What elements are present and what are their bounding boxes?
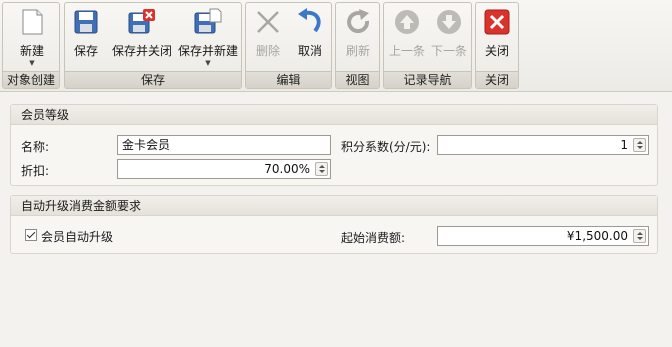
auto-upgrade-header: 自动升级消费金额要求 (11, 196, 657, 216)
points-ratio-value: 1 (620, 138, 628, 152)
prev-record-button[interactable]: 上一条 (387, 7, 427, 59)
group-title-nav: 记录导航 (384, 71, 471, 88)
points-ratio-spinner[interactable] (633, 138, 646, 152)
cancel-button[interactable]: 取消 (292, 7, 328, 59)
discount-input[interactable]: 70.00% (117, 159, 331, 179)
min-spend-value: ¥1,500.00 (566, 229, 628, 243)
auto-upgrade-label[interactable]: 会员自动升级 (41, 228, 113, 245)
group-title-edit: 编辑 (246, 71, 331, 88)
save-new-button-label: 保存并新建 (177, 44, 238, 58)
save-close-button-label: 保存并关闭 (111, 44, 172, 58)
name-label: 名称: (21, 140, 50, 154)
arrow-up-circle-icon (395, 10, 419, 34)
save-new-icon (194, 8, 222, 34)
ribbon-toolbar: 新建 ▼ 对象创建 保存 保存并关闭 保存并新建 ▼ 保存 删除 取消 编辑 刷… (0, 0, 672, 92)
min-spend-spinner[interactable] (633, 229, 646, 243)
save-button[interactable]: 保存 (71, 7, 101, 59)
auto-upgrade-panel: 自动升级消费金额要求 会员自动升级 起始消费额: ¥1,500.00 (10, 195, 658, 254)
chevron-down-icon: ▼ (29, 59, 35, 67)
discount-spinner[interactable] (315, 162, 328, 176)
save-new-button[interactable]: 保存并新建 ▼ (177, 7, 239, 67)
group-edit: 删除 取消 编辑 (245, 2, 332, 89)
new-button[interactable]: 新建 ▼ (7, 7, 57, 67)
delete-button[interactable]: 删除 (250, 7, 286, 59)
group-record-nav: 上一条 下一条 记录导航 (383, 2, 472, 89)
save-button-label: 保存 (73, 44, 98, 58)
min-spend-input[interactable]: ¥1,500.00 (437, 226, 649, 246)
name-input[interactable]: 金卡会员 (117, 135, 331, 155)
close-button-label: 关闭 (484, 44, 509, 58)
arrow-down-circle-icon (437, 10, 461, 34)
save-close-icon (128, 9, 155, 34)
refresh-icon (347, 9, 370, 34)
group-title-view: 视图 (336, 71, 379, 88)
prev-record-label: 上一条 (388, 44, 425, 58)
next-record-label: 下一条 (430, 44, 467, 58)
group-title-save: 保存 (65, 71, 241, 88)
new-document-icon (22, 9, 43, 35)
group-save: 保存 保存并关闭 保存并新建 ▼ 保存 (64, 2, 242, 89)
delete-button-label: 删除 (255, 44, 280, 58)
refresh-button[interactable]: 刷新 (340, 7, 376, 59)
group-view: 刷新 视图 (335, 2, 380, 89)
refresh-button-label: 刷新 (345, 44, 370, 58)
auto-upgrade-checkbox[interactable] (25, 229, 37, 241)
member-level-header: 会员等级 (11, 105, 657, 125)
points-ratio-label: 积分系数(分/元): (341, 140, 431, 154)
new-button-label: 新建 (19, 44, 44, 58)
delete-x-icon (257, 11, 279, 33)
group-object-create: 新建 ▼ 对象创建 (2, 2, 60, 89)
group-title-close: 关闭 (476, 71, 518, 88)
discount-value: 70.00% (264, 162, 310, 176)
checkmark-icon (26, 229, 36, 239)
cancel-button-label: 取消 (297, 44, 322, 58)
discount-label: 折扣: (21, 164, 50, 178)
floppy-disk-icon (74, 10, 98, 34)
save-close-button[interactable]: 保存并关闭 (111, 7, 173, 59)
undo-arrow-icon (298, 8, 321, 33)
group-title-create: 对象创建 (3, 71, 59, 88)
close-button[interactable]: 关闭 (480, 7, 514, 59)
chevron-down-icon: ▼ (205, 59, 211, 67)
min-spend-label: 起始消费额: (341, 231, 406, 245)
close-icon (484, 9, 510, 35)
member-level-panel: 会员等级 名称: 金卡会员 积分系数(分/元): 1 折扣: 70.00% (10, 104, 658, 186)
next-record-button[interactable]: 下一条 (429, 7, 469, 59)
points-ratio-input[interactable]: 1 (437, 135, 649, 155)
group-close: 关闭 关闭 (475, 2, 519, 89)
